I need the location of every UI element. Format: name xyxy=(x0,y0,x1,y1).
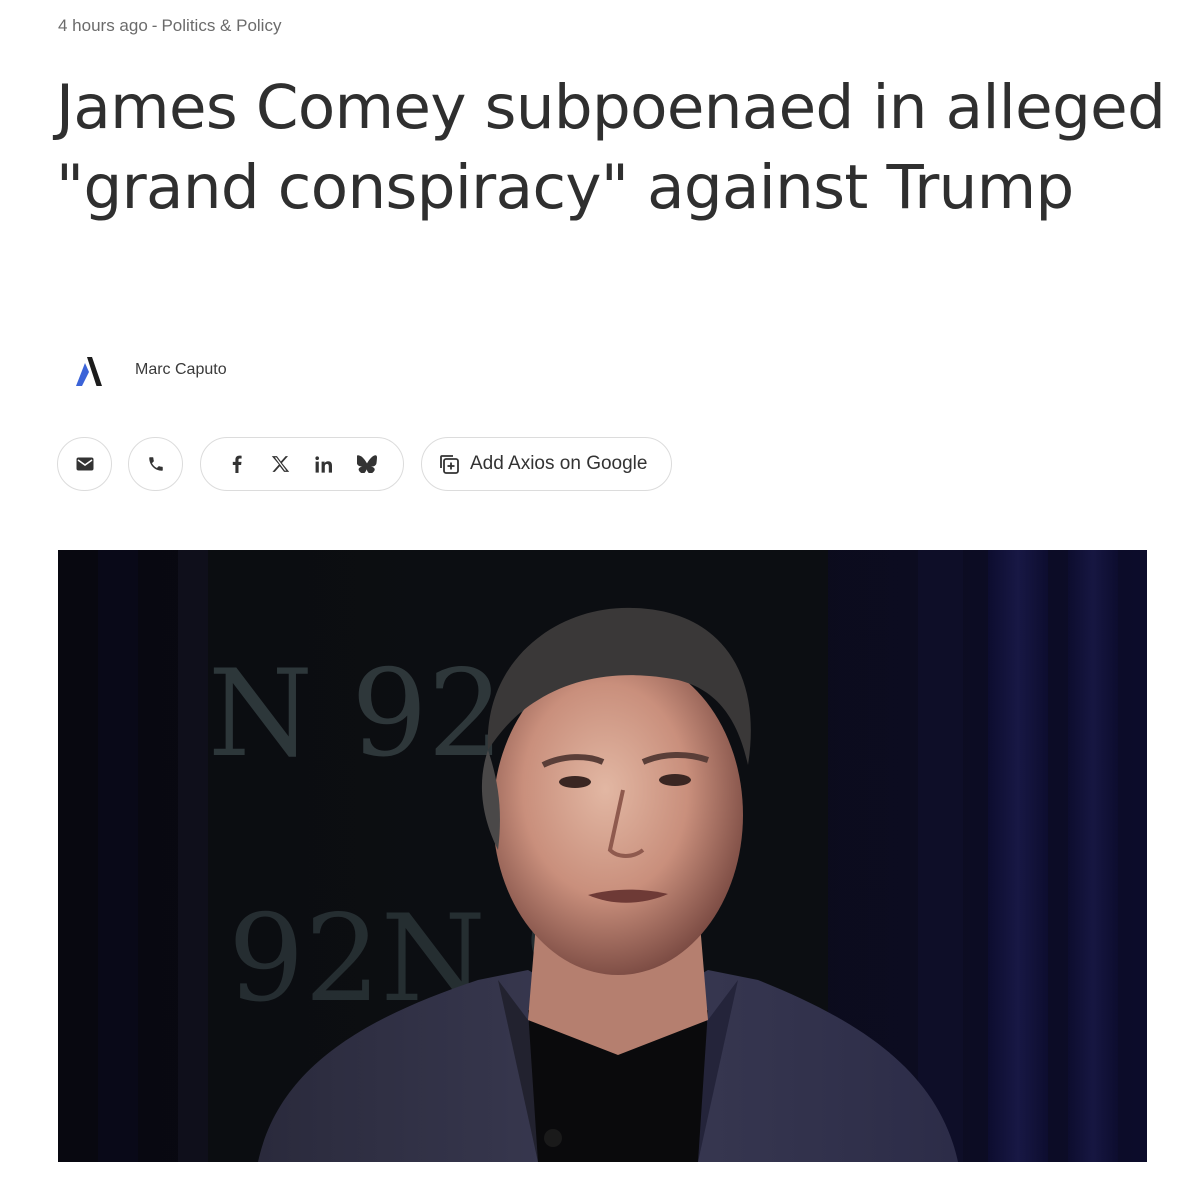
add-axios-on-google-button[interactable]: Add Axios on Google xyxy=(421,437,672,491)
linkedin-icon xyxy=(315,455,332,473)
meta-separator: - xyxy=(151,16,158,35)
linkedin-share-button[interactable] xyxy=(306,446,342,482)
bluesky-icon xyxy=(357,455,378,473)
article-hero-photo: N 92N 92N 9 xyxy=(58,550,1147,1162)
social-share-group xyxy=(200,437,404,491)
article-headline: James Comey subpoenaed in alleged "grand… xyxy=(56,72,1166,223)
timestamp: 4 hours ago xyxy=(58,16,148,35)
email-share-button[interactable] xyxy=(57,437,112,491)
add-axios-on-google-label: Add Axios on Google xyxy=(470,453,648,474)
category-link[interactable]: Politics & Policy xyxy=(161,16,281,35)
facebook-icon xyxy=(232,455,242,473)
phone-icon xyxy=(148,457,163,471)
byline: Marc Caputo xyxy=(66,348,227,392)
email-icon xyxy=(76,457,93,471)
axios-logo-icon xyxy=(76,357,102,386)
add-to-google-icon xyxy=(440,455,459,474)
hero-photo-illustration: N 92N 92N 9 xyxy=(58,550,1147,1162)
phone-share-button[interactable] xyxy=(128,437,183,491)
x-icon xyxy=(271,456,289,472)
article-meta: 4 hours ago - Politics & Policy xyxy=(58,14,281,38)
bluesky-share-button[interactable] xyxy=(349,446,385,482)
author-name[interactable]: Marc Caputo xyxy=(135,361,227,379)
x-share-button[interactable] xyxy=(262,446,298,482)
facebook-share-button[interactable] xyxy=(219,446,255,482)
